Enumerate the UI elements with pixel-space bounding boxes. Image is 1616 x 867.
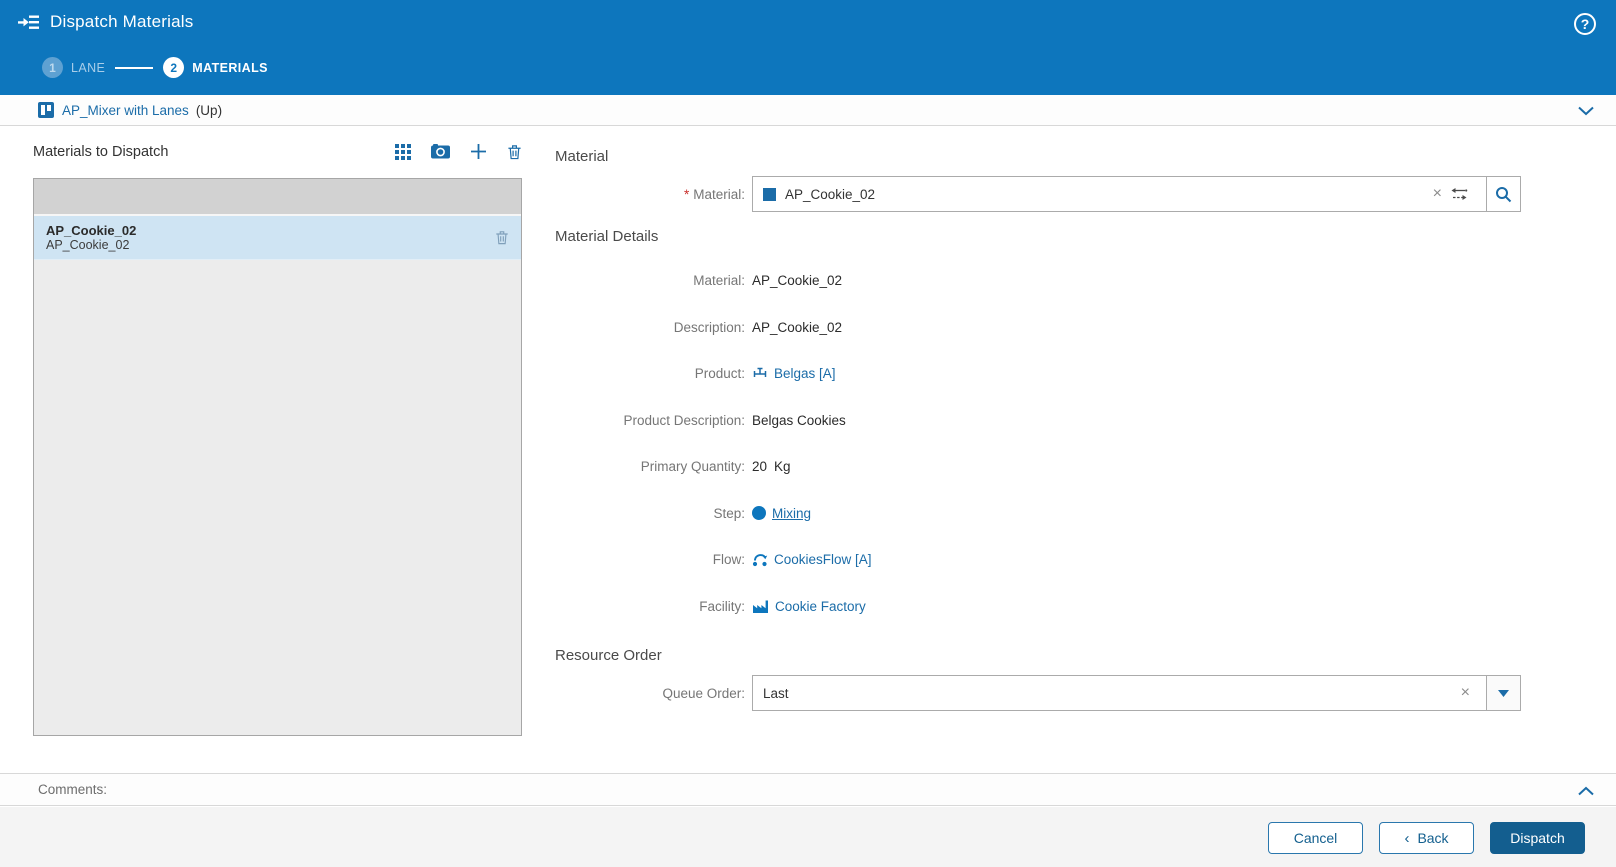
remove-item-icon[interactable] bbox=[495, 230, 509, 245]
detail-row-step: Step: Mixing bbox=[555, 502, 1521, 524]
dispatch-button[interactable]: Dispatch bbox=[1490, 822, 1585, 854]
wizard-step-materials[interactable]: 2 MATERIALS bbox=[163, 57, 268, 78]
material-item-name: AP_Cookie_02 bbox=[46, 222, 137, 238]
back-chevron-icon: ‹ bbox=[1404, 829, 1410, 847]
material-details-section-title: Material Details bbox=[555, 228, 659, 245]
facility-icon bbox=[752, 599, 769, 614]
flow-icon bbox=[752, 552, 768, 567]
detail-row-facility: Facility: Cookie Factory bbox=[555, 595, 1521, 617]
context-resource-suffix: (Up) bbox=[195, 102, 223, 118]
required-marker: * bbox=[683, 186, 690, 202]
step-1-circle[interactable]: 1 bbox=[42, 57, 63, 78]
detail-flow-label: Flow: bbox=[712, 552, 745, 567]
cancel-button[interactable]: Cancel bbox=[1268, 822, 1363, 854]
comments-label: Comments: bbox=[38, 782, 108, 797]
queue-order-value: Last bbox=[763, 685, 789, 701]
detail-product-description-label: Product Description: bbox=[623, 412, 745, 428]
detail-primary-quantity-value: 20 bbox=[752, 459, 768, 474]
step-1-label: LANE bbox=[71, 60, 106, 75]
dialog-header: Dispatch Materials ? 1 LANE 2 MATERIALS bbox=[0, 0, 1616, 95]
material-item-description: AP_Cookie_02 bbox=[46, 237, 130, 252]
material-field-label: * Material: bbox=[683, 186, 745, 202]
chevron-up-icon[interactable] bbox=[1578, 783, 1594, 801]
resource-order-section-title: Resource Order bbox=[555, 647, 662, 664]
product-icon bbox=[752, 367, 768, 381]
detail-row-description: Description: AP_Cookie_02 bbox=[555, 316, 1521, 338]
comments-bar: Comments: bbox=[0, 773, 1616, 806]
materials-toolbar bbox=[395, 143, 522, 160]
camera-icon[interactable] bbox=[431, 144, 450, 159]
detail-row-material: Material: AP_Cookie_02 bbox=[555, 270, 1521, 292]
grid-view-icon[interactable] bbox=[395, 143, 411, 160]
detail-description-label: Description: bbox=[673, 319, 745, 335]
wizard-steps: 1 LANE 2 MATERIALS bbox=[42, 57, 268, 78]
help-icon[interactable]: ? bbox=[1574, 13, 1596, 35]
dialog-title: Dispatch Materials bbox=[50, 12, 194, 31]
material-detail-panel: Material * Material: AP_Cookie_02 × Mater… bbox=[555, 126, 1521, 711]
chevron-down-icon[interactable] bbox=[1578, 103, 1594, 121]
flow-link[interactable]: CookiesFlow [A] bbox=[752, 552, 872, 567]
detail-primary-quantity-unit: Kg bbox=[774, 459, 791, 474]
detail-row-flow: Flow: CookiesFlow [A] bbox=[555, 549, 1521, 571]
clear-icon[interactable]: × bbox=[1427, 186, 1448, 202]
detail-facility-label: Facility: bbox=[699, 598, 745, 614]
step-status-icon bbox=[752, 506, 766, 520]
facility-link[interactable]: Cookie Factory bbox=[752, 599, 866, 614]
detail-material-value: AP_Cookie_02 bbox=[752, 273, 843, 288]
context-bar: AP_Mixer with Lanes (Up) bbox=[0, 95, 1616, 126]
material-section-title: Material bbox=[555, 148, 609, 165]
material-field-value: AP_Cookie_02 bbox=[785, 186, 876, 202]
dispatch-icon bbox=[18, 14, 40, 31]
dropdown-arrow-icon[interactable] bbox=[1486, 676, 1520, 710]
materials-list: AP_Cookie_02 AP_Cookie_02 bbox=[33, 178, 522, 736]
clear-icon[interactable]: × bbox=[1455, 685, 1476, 701]
context-resource-link[interactable]: AP_Mixer with Lanes bbox=[62, 103, 189, 118]
back-button[interactable]: ‹ Back bbox=[1379, 822, 1474, 854]
step-2-label: MATERIALS bbox=[192, 60, 268, 75]
wizard-step-lane[interactable]: 1 LANE bbox=[42, 57, 105, 78]
detail-primary-quantity-label: Primary Quantity: bbox=[640, 459, 745, 474]
material-list-item[interactable]: AP_Cookie_02 AP_Cookie_02 bbox=[34, 216, 521, 260]
detail-row-primary-quantity: Primary Quantity: 20 Kg bbox=[555, 456, 1521, 478]
detail-description-value: AP_Cookie_02 bbox=[752, 319, 843, 335]
step-2-circle[interactable]: 2 bbox=[163, 57, 185, 78]
detail-step-label: Step: bbox=[713, 505, 745, 521]
detail-row-product: Product: Belgas [A] bbox=[555, 363, 1521, 385]
search-icon[interactable] bbox=[1486, 177, 1520, 211]
delete-icon[interactable] bbox=[507, 144, 522, 160]
product-link[interactable]: Belgas [A] bbox=[752, 366, 836, 381]
advanced-filter-icon[interactable] bbox=[1450, 187, 1468, 201]
detail-product-label: Product: bbox=[694, 366, 745, 381]
material-combobox[interactable]: AP_Cookie_02 × bbox=[752, 176, 1521, 212]
materials-panel-title: Materials to Dispatch bbox=[33, 143, 169, 160]
detail-material-label: Material: bbox=[693, 273, 745, 288]
footer: Cancel ‹ Back Dispatch bbox=[0, 807, 1616, 867]
detail-row-product-description: Product Description: Belgas Cookies bbox=[555, 409, 1521, 431]
lane-board-icon bbox=[38, 102, 54, 118]
step-connector bbox=[115, 66, 154, 69]
queue-order-label: Queue Order: bbox=[662, 685, 745, 701]
detail-product-description-value: Belgas Cookies bbox=[752, 412, 846, 428]
material-icon bbox=[763, 187, 776, 201]
queue-order-dropdown[interactable]: Last × bbox=[752, 675, 1521, 711]
materials-list-header bbox=[34, 179, 521, 216]
add-icon[interactable] bbox=[470, 143, 487, 160]
step-link[interactable]: Mixing bbox=[752, 506, 811, 521]
